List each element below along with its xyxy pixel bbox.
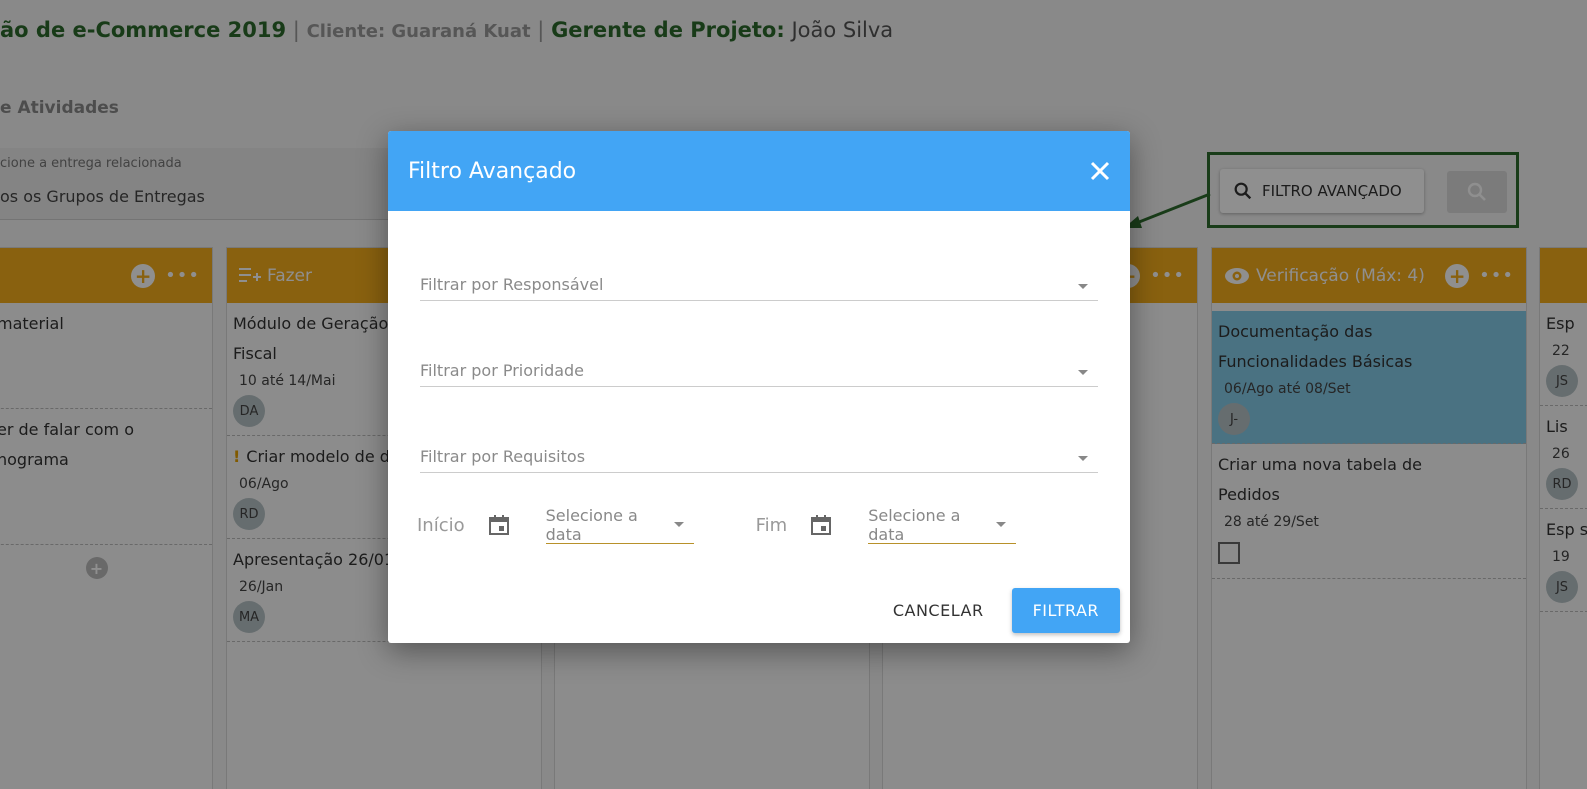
cancel-button[interactable]: CANCELAR	[881, 589, 996, 632]
dialog-body: Filtrar por Responsável Filtrar por Prio…	[388, 265, 1130, 547]
fim-date-placeholder: Selecione a data	[868, 505, 961, 544]
calendar-icon[interactable]	[487, 513, 511, 537]
chevron-down-icon	[1078, 370, 1088, 375]
close-icon[interactable]	[1090, 161, 1110, 181]
date-range: Início Selecione a data Fim Selecione a …	[417, 503, 1098, 547]
inicio-label: Início	[417, 514, 465, 536]
fim-date-input[interactable]: Selecione a data	[868, 505, 1017, 544]
chevron-down-icon	[673, 522, 684, 527]
chevron-down-icon	[996, 522, 1007, 527]
dialog-title: Filtro Avançado	[408, 158, 577, 184]
dialog-actions: CANCELAR FILTRAR	[881, 588, 1120, 633]
chevron-down-icon	[1078, 456, 1088, 461]
dialog-header: Filtro Avançado	[388, 131, 1130, 211]
responsavel-placeholder: Filtrar por Responsável	[420, 275, 604, 294]
filter-button[interactable]: FILTRAR	[1011, 588, 1120, 633]
calendar-icon[interactable]	[809, 513, 833, 537]
prioridade-select[interactable]: Filtrar por Prioridade	[420, 351, 1098, 387]
chevron-down-icon	[1078, 284, 1088, 289]
requisitos-placeholder: Filtrar por Requisitos	[420, 447, 586, 466]
requisitos-select[interactable]: Filtrar por Requisitos	[420, 437, 1098, 473]
prioridade-placeholder: Filtrar por Prioridade	[420, 361, 585, 380]
inicio-date-input[interactable]: Selecione a data	[545, 505, 694, 544]
responsavel-select[interactable]: Filtrar por Responsável	[420, 265, 1098, 301]
inicio-date-placeholder: Selecione a data	[545, 505, 638, 544]
advanced-filter-dialog: Filtro Avançado Filtrar por Responsável …	[388, 131, 1130, 643]
fim-label: Fim	[755, 514, 788, 536]
